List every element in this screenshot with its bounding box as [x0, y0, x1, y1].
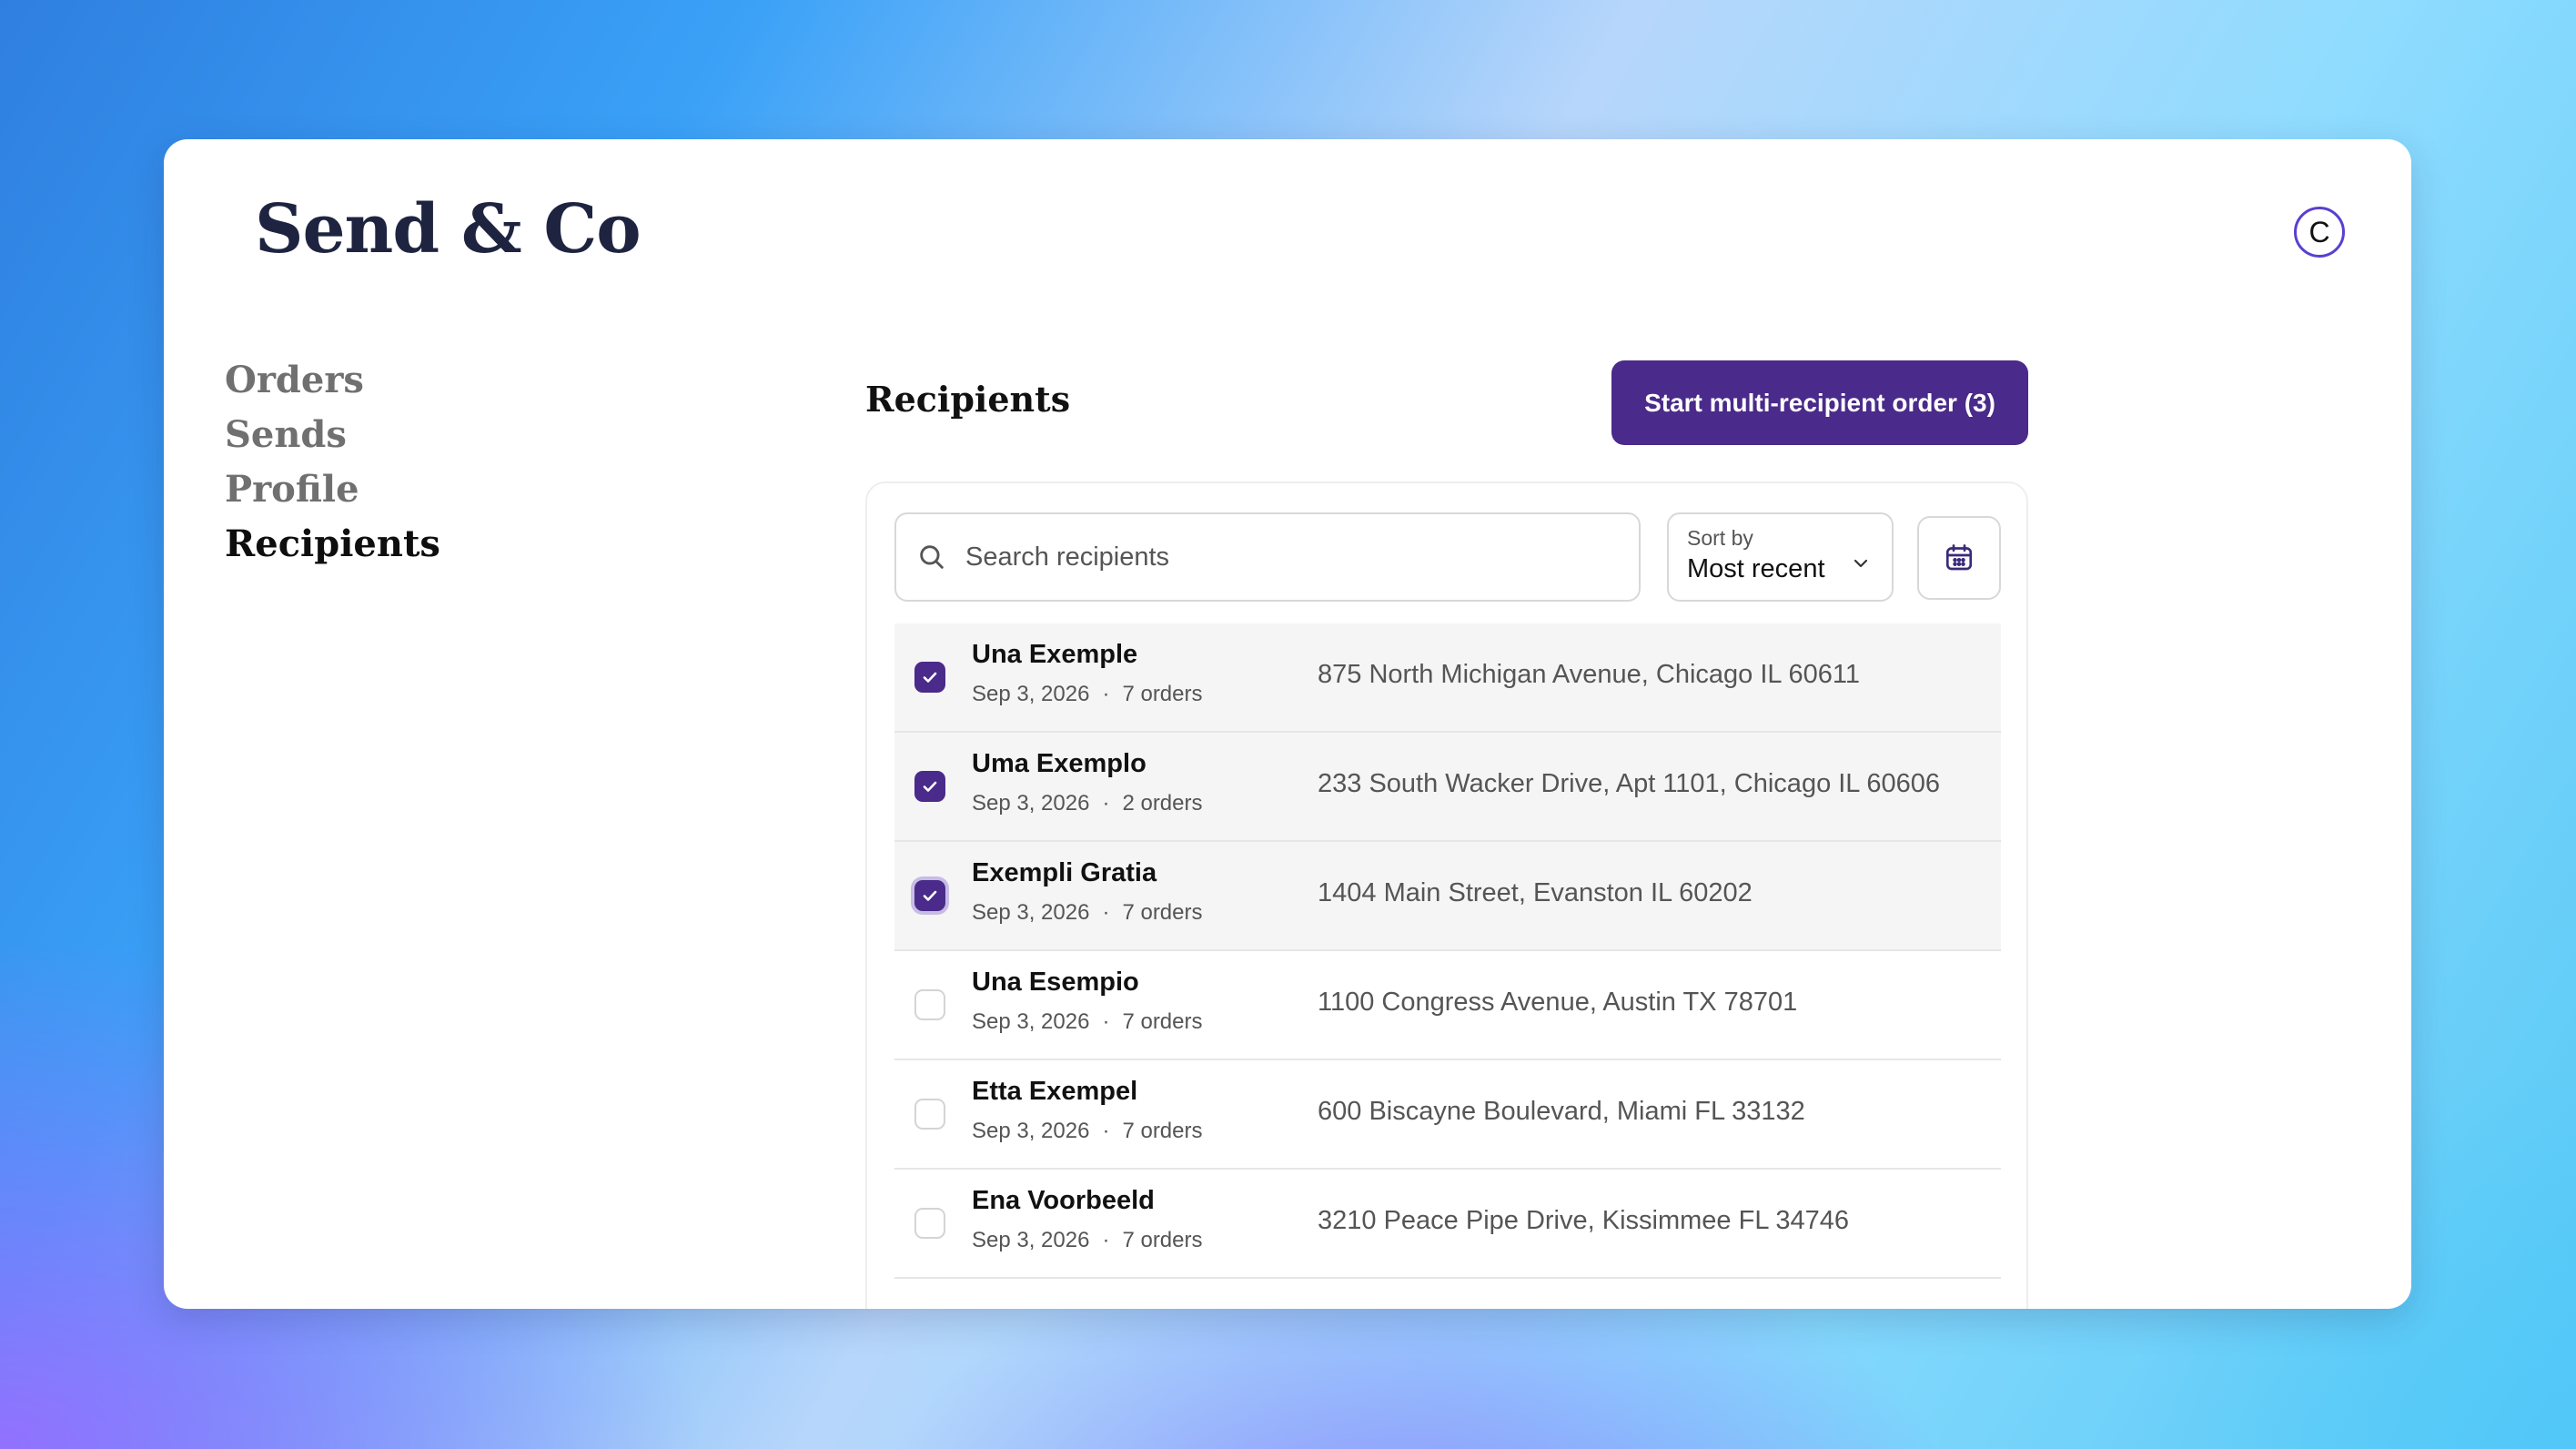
recipient-meta: Sep 3, 2026 · 2 orders — [972, 791, 1203, 816]
recipient-orders: 2 orders — [1122, 791, 1203, 816]
search-icon — [920, 545, 944, 569]
recipient-meta: Sep 3, 2026 · 7 orders — [972, 900, 1203, 926]
recipient-meta: Sep 3, 2026 · 7 orders — [972, 682, 1203, 707]
recipient-meta: Sep 3, 2026 · 7 orders — [972, 1119, 1203, 1144]
check-icon — [923, 890, 937, 901]
logo[interactable]: Send & Co — [255, 190, 641, 269]
check-icon — [923, 672, 937, 683]
separator-dot: · — [1102, 791, 1110, 816]
recipient-name: Una Exemple — [972, 640, 1138, 669]
calendar-icon — [1945, 544, 1973, 571]
recipient-meta: Sep 3, 2026 · 7 orders — [972, 1228, 1203, 1253]
recipient-name: Ena Voorbeeld — [972, 1186, 1155, 1215]
recipient-row[interactable]: Una Exemple Sep 3, 2026 · 7 orders 875 Nor… — [894, 623, 2001, 733]
separator-dot: · — [1102, 1009, 1110, 1034]
separator-dot: · — [1102, 1119, 1110, 1143]
recipient-address: 1404 Main Street, Evanston IL 60202 — [1318, 878, 1753, 907]
recipient-address: 600 Biscayne Boulevard, Miami FL 33132 — [1318, 1097, 1805, 1126]
recipient-name: Etta Exempel — [972, 1077, 1138, 1106]
page-title: Recipients — [865, 379, 1071, 420]
search-input[interactable] — [964, 541, 1604, 573]
recipient-address: 875 North Michigan Avenue, Chicago IL 60… — [1318, 660, 1860, 689]
search-box[interactable] — [894, 512, 1641, 602]
recipient-date: Sep 3, 2026 — [972, 1228, 1090, 1252]
recipient-checkbox[interactable] — [914, 880, 945, 911]
recipient-checkbox[interactable] — [914, 771, 945, 802]
recipient-orders: 7 orders — [1122, 1009, 1203, 1034]
nav-item-sends[interactable]: Sends — [225, 408, 440, 462]
nav-item-profile[interactable]: Profile — [225, 462, 440, 517]
recipient-address: 233 South Wacker Drive, Apt 1101, Chicag… — [1318, 769, 1941, 798]
nav-item-recipients[interactable]: Recipients — [225, 517, 440, 572]
recipient-row[interactable]: Una Esempio Sep 3, 2026 · 7 orders 1100 Co… — [894, 951, 2001, 1060]
recipient-checkbox[interactable] — [914, 989, 945, 1020]
recipient-address: 3210 Peace Pipe Drive, Kissimmee FL 3474… — [1318, 1206, 1850, 1235]
recipient-checkbox[interactable] — [914, 662, 945, 693]
recipients-list: Una Exemple Sep 3, 2026 · 7 orders 875 Nor… — [894, 623, 2001, 1279]
sort-label: Sort by — [1687, 526, 1753, 550]
recipient-row[interactable]: Exempli Gratia Sep 3, 2026 · 7 orders 1404… — [894, 842, 2001, 951]
sort-dropdown[interactable]: Sort by Most recent — [1667, 512, 1894, 602]
start-multi-recipient-order-button[interactable]: Start multi-recipient order (3) — [1611, 360, 2028, 445]
recipient-name: Una Esempio — [972, 968, 1139, 997]
recipient-orders: 7 orders — [1122, 1228, 1203, 1252]
recipient-name: Uma Exemplo — [972, 749, 1147, 778]
recipient-checkbox[interactable] — [914, 1099, 945, 1130]
recipient-orders: 7 orders — [1122, 1119, 1203, 1143]
recipient-orders: 7 orders — [1122, 900, 1203, 925]
recipient-row[interactable]: Etta Exempel Sep 3, 2026 · 7 orders 600 Bi… — [894, 1060, 2001, 1170]
calendar-button[interactable] — [1917, 516, 2001, 600]
separator-dot: · — [1102, 682, 1110, 706]
separator-dot: · — [1102, 1228, 1110, 1252]
recipient-row[interactable]: Uma Exemplo Sep 3, 2026 · 2 orders 233 Sou… — [894, 733, 2001, 842]
app-window: Send & Co C Orders Sends Profile Recipie… — [164, 139, 2411, 1309]
sidebar-nav: Orders Sends Profile Recipients — [225, 353, 440, 572]
separator-dot: · — [1102, 900, 1110, 925]
recipient-name: Exempli Gratia — [972, 858, 1157, 887]
recipient-row[interactable]: Ena Voorbeeld Sep 3, 2026 · 7 orders 3210 … — [894, 1170, 2001, 1279]
chevron-down-icon — [1854, 559, 1868, 568]
recipient-meta: Sep 3, 2026 · 7 orders — [972, 1009, 1203, 1035]
nav-item-orders[interactable]: Orders — [225, 353, 440, 408]
avatar[interactable]: C — [2294, 207, 2345, 258]
recipient-date: Sep 3, 2026 — [972, 1009, 1090, 1034]
recipients-card: Sort by Most recent Una Exemple Sep 3, — [865, 481, 2028, 1309]
recipient-date: Sep 3, 2026 — [972, 900, 1090, 925]
recipient-orders: 7 orders — [1122, 682, 1203, 706]
recipient-address: 1100 Congress Avenue, Austin TX 78701 — [1318, 988, 1798, 1017]
recipient-date: Sep 3, 2026 — [972, 1119, 1090, 1143]
recipient-checkbox[interactable] — [914, 1208, 945, 1239]
recipient-date: Sep 3, 2026 — [972, 682, 1090, 706]
check-icon — [923, 781, 937, 792]
recipient-date: Sep 3, 2026 — [972, 791, 1090, 816]
